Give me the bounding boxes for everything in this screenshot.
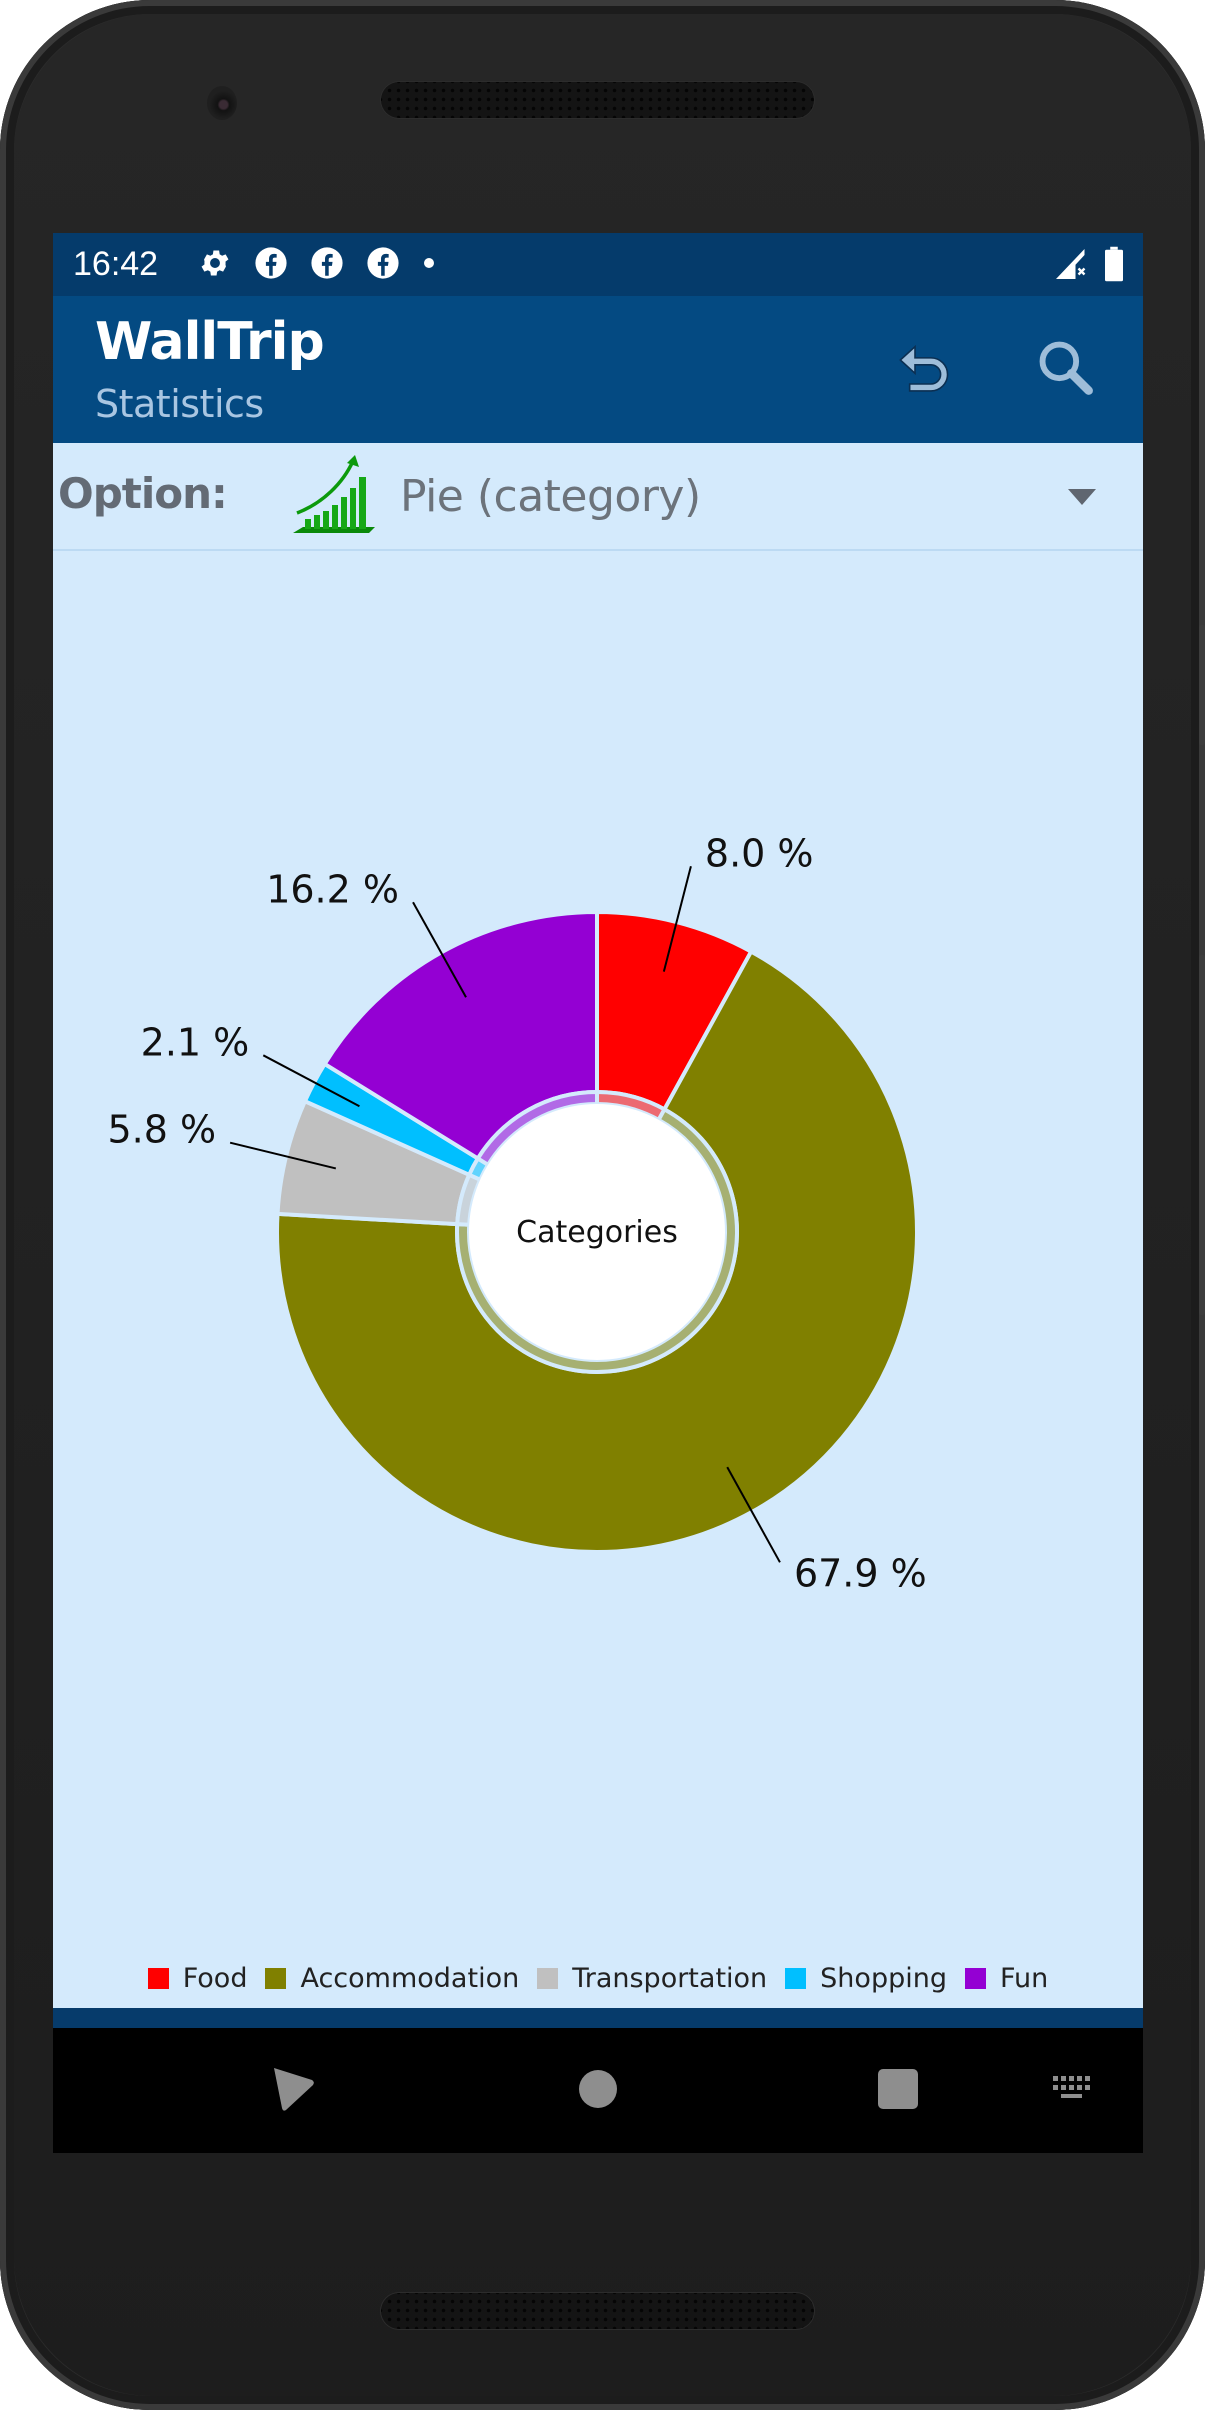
slice-label-fun: 16.2 % <box>266 867 399 911</box>
phone-frame: 16:42 WallTrip Statistics Option: Pie (c… <box>0 0 1205 2410</box>
keyboard-switch-button[interactable] <box>1038 2058 1108 2124</box>
center-text: Categories <box>516 1215 678 1250</box>
legend-item-transportation: Transportation <box>537 1963 767 1994</box>
back-icon <box>270 2066 316 2117</box>
legend-item-fun: Fun <box>964 1963 1049 1994</box>
screen: 16:42 WallTrip Statistics Option: Pie (c… <box>53 233 1143 2153</box>
home-button[interactable] <box>558 2058 638 2124</box>
legend-item-food: Food <box>147 1963 248 1994</box>
front-camera <box>207 86 237 120</box>
bottom-speaker <box>381 2293 814 2329</box>
legend-swatch <box>147 1968 169 1989</box>
legend-label: Shopping <box>820 1963 947 1994</box>
volume-button <box>1199 955 1205 1315</box>
recents-icon <box>876 2067 920 2116</box>
bottom-strip <box>53 2008 1143 2028</box>
legend-label: Transportation <box>572 1963 768 1994</box>
navigation-bar <box>53 2028 1143 2153</box>
keyboard-icon <box>1051 2072 1095 2111</box>
slice-label-shopping: 2.1 % <box>141 1020 250 1064</box>
chart-legend: Food Accommodation Transportation Shopping F… <box>53 1963 1143 1994</box>
slice-label-transportation: 5.8 % <box>107 1108 216 1152</box>
power-button <box>1199 625 1205 745</box>
legend-item-shopping: Shopping <box>785 1963 947 1994</box>
top-speaker <box>381 82 814 118</box>
pie-chart: 8.0 % 67.9 % 5.8 % 2.1 % 16.2 % Categories <box>107 831 927 1595</box>
back-button[interactable] <box>253 2058 333 2124</box>
legend-swatch <box>265 1968 287 1989</box>
slice-label-accommodation: 67.9 % <box>794 1551 927 1595</box>
home-icon <box>576 2067 620 2116</box>
legend-swatch <box>537 1968 559 1989</box>
legend-item-accommodation: Accommodation <box>265 1963 519 1994</box>
legend-label: Food <box>182 1963 248 1994</box>
slice-label-food: 8.0 % <box>705 831 814 875</box>
legend-swatch <box>785 1968 807 1989</box>
legend-label: Accommodation <box>300 1963 520 1994</box>
recents-button[interactable] <box>858 2058 938 2124</box>
legend-label: Fun <box>999 1963 1049 1994</box>
legend-swatch <box>964 1968 986 1989</box>
